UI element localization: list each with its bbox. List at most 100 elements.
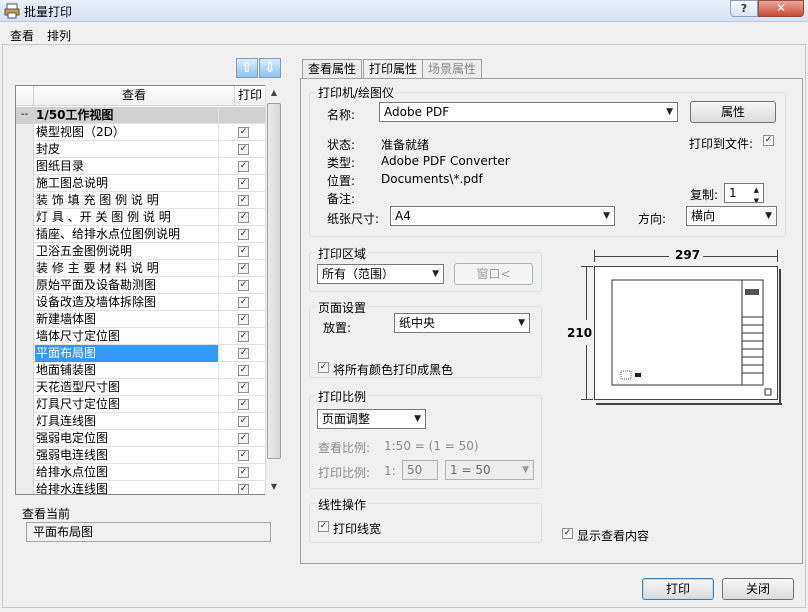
menu-arrange[interactable]: 排列 (47, 27, 71, 44)
scroll-thumb[interactable] (267, 103, 281, 459)
row-gutter (16, 311, 34, 328)
scroll-down-icon[interactable]: ▼ (266, 479, 282, 495)
list-group-header[interactable]: -- 1/50工作视图 (16, 107, 266, 124)
close-button[interactable]: 关闭 (722, 578, 794, 600)
scale-mode-select[interactable]: 页面调整 ▼ (317, 409, 426, 429)
row-print-cell: ✓ (218, 464, 266, 481)
print-checkbox[interactable]: ✓ (238, 161, 249, 172)
print-checkbox[interactable]: ✓ (238, 382, 249, 393)
print-checkbox[interactable]: ✓ (238, 178, 249, 189)
table-row[interactable]: 强弱电定位图 ✓ (16, 430, 266, 447)
tab-scene-properties[interactable]: 场景属性 (422, 59, 483, 79)
table-row[interactable]: 新建墙体图 ✓ (16, 311, 266, 328)
window-close-button[interactable]: ✕ (758, 0, 804, 17)
help-button[interactable]: ? (730, 0, 758, 17)
print-checkbox[interactable]: ✓ (238, 144, 249, 155)
row-label: 强弱电连线图 (36, 448, 109, 462)
print-button[interactable]: 打印 (642, 578, 714, 600)
table-row[interactable]: 天花造型尺寸图 ✓ (16, 379, 266, 396)
print-checkbox[interactable]: ✓ (238, 195, 249, 206)
print-checkbox[interactable]: ✓ (238, 348, 249, 359)
table-row[interactable]: 设备改造及墙体拆除图 ✓ (16, 294, 266, 311)
menu-view[interactable]: 查看 (10, 27, 34, 44)
print-checkbox[interactable]: ✓ (238, 416, 249, 427)
table-row[interactable]: 给排水点位图 ✓ (16, 464, 266, 481)
table-row[interactable]: 封皮 ✓ (16, 141, 266, 158)
row-label: 原始平面及设备勘测图 (36, 278, 157, 292)
copies-spinner[interactable]: 1 ▲ ▼ (724, 183, 764, 203)
row-print-cell: ✓ (218, 175, 266, 192)
black-white-checkbox[interactable]: ✓ (318, 362, 329, 373)
print-area-select[interactable]: 所有（范围） ▼ (317, 264, 444, 284)
printer-name-select[interactable]: Adobe PDF ▼ (379, 102, 678, 122)
scroll-up-icon[interactable]: ▲ (266, 85, 282, 101)
row-label: 装 修 主 要 材 料 说 明 (36, 261, 159, 275)
print-checkbox[interactable]: ✓ (238, 399, 249, 410)
print-checkbox[interactable]: ✓ (238, 280, 249, 291)
view-scale-value: 1:50 = (1 = 50) (384, 439, 479, 453)
move-up-button[interactable]: ⇧ (236, 58, 258, 78)
down-arrow-icon: ⇩ (264, 60, 276, 76)
column-header-view[interactable]: 查看 (34, 86, 235, 106)
placement-select[interactable]: 纸中央 ▼ (394, 313, 530, 333)
table-row[interactable]: 插座、给排水点位图例说明 ✓ (16, 226, 266, 243)
row-gutter (16, 124, 34, 141)
show-view-content-checkbox[interactable]: ✓ (562, 528, 573, 539)
table-row[interactable]: 图纸目录 ✓ (16, 158, 266, 175)
print-checkbox[interactable]: ✓ (238, 450, 249, 461)
orientation-select[interactable]: 横向 ▼ (686, 206, 777, 226)
table-row[interactable]: 平面布局图 ✓ (16, 345, 266, 362)
print-checkbox[interactable]: ✓ (238, 433, 249, 444)
table-row[interactable]: 模型视图（2D） ✓ (16, 124, 266, 141)
tab-print-properties[interactable]: 打印属性 (363, 59, 424, 80)
row-gutter (16, 158, 34, 175)
table-row[interactable]: 给排水连线图 ✓ (16, 481, 266, 494)
table-row[interactable]: 原始平面及设备勘测图 ✓ (16, 277, 266, 294)
print-checkbox[interactable]: ✓ (238, 365, 249, 376)
print-checkbox[interactable]: ✓ (238, 467, 249, 478)
row-gutter (16, 464, 34, 481)
spin-down-icon[interactable]: ▼ (754, 192, 759, 202)
row-gutter (16, 226, 34, 243)
move-down-button[interactable]: ⇩ (259, 58, 281, 78)
table-row[interactable]: 墙体尺寸定位图 ✓ (16, 328, 266, 345)
print-checkbox[interactable]: ✓ (238, 314, 249, 325)
row-gutter (16, 447, 34, 464)
window-select-button[interactable]: 窗口< (454, 263, 533, 285)
type-label: 类型: (327, 156, 356, 170)
table-row[interactable]: 灯具连线图 ✓ (16, 413, 266, 430)
print-checkbox[interactable]: ✓ (238, 297, 249, 308)
table-row[interactable]: 强弱电连线图 ✓ (16, 447, 266, 464)
print-checkbox[interactable]: ✓ (238, 212, 249, 223)
print-checkbox[interactable]: ✓ (238, 246, 249, 257)
table-row[interactable]: 地面铺装图 ✓ (16, 362, 266, 379)
table-row[interactable]: 装 饰 填 充 图 例 说 明 ✓ (16, 192, 266, 209)
print-checkbox[interactable]: ✓ (238, 127, 249, 138)
table-row[interactable]: 装 修 主 要 材 料 说 明 ✓ (16, 260, 266, 277)
menu-bar: 查看 排列 (0, 25, 808, 44)
row-label: 装 饰 填 充 图 例 说 明 (36, 193, 159, 207)
row-print-cell: ✓ (218, 379, 266, 396)
table-row[interactable]: 灯具尺寸定位图 ✓ (16, 396, 266, 413)
line-width-checkbox[interactable]: ✓ (318, 521, 329, 532)
height-tick-top (581, 266, 593, 267)
view-list[interactable]: 查看 打印 -- 1/50工作视图 模型视图（2D） ✓ 封皮 ✓ 图纸目录 ✓ 施工图总说明 ✓… (15, 85, 282, 495)
table-row[interactable]: 施工图总说明 ✓ (16, 175, 266, 192)
table-row[interactable]: 卫浴五金图例说明 ✓ (16, 243, 266, 260)
table-row[interactable]: 灯 具 、开 关 图 例 说 明 ✓ (16, 209, 266, 226)
tab-view-properties[interactable]: 查看属性 (302, 59, 363, 79)
print-scale-select[interactable]: 1 = 50 ▼ (445, 460, 534, 480)
print-checkbox[interactable]: ✓ (238, 229, 249, 240)
print-checkbox[interactable]: ✓ (238, 331, 249, 342)
orientation-value: 横向 (691, 209, 716, 223)
row-print-cell: ✓ (218, 345, 266, 362)
column-header-print[interactable]: 打印 (235, 86, 266, 106)
print-to-file-checkbox[interactable]: ✓ (763, 135, 774, 146)
paper-size-select[interactable]: A4 ▼ (390, 206, 615, 226)
list-scrollbar[interactable]: ▲ ▼ (265, 85, 282, 495)
printer-properties-button[interactable]: 属性 (690, 101, 776, 123)
print-checkbox[interactable]: ✓ (238, 484, 249, 494)
print-checkbox[interactable]: ✓ (238, 263, 249, 274)
chevron-down-icon: ▼ (765, 211, 772, 221)
print-scale-number[interactable]: 50 (402, 460, 438, 480)
